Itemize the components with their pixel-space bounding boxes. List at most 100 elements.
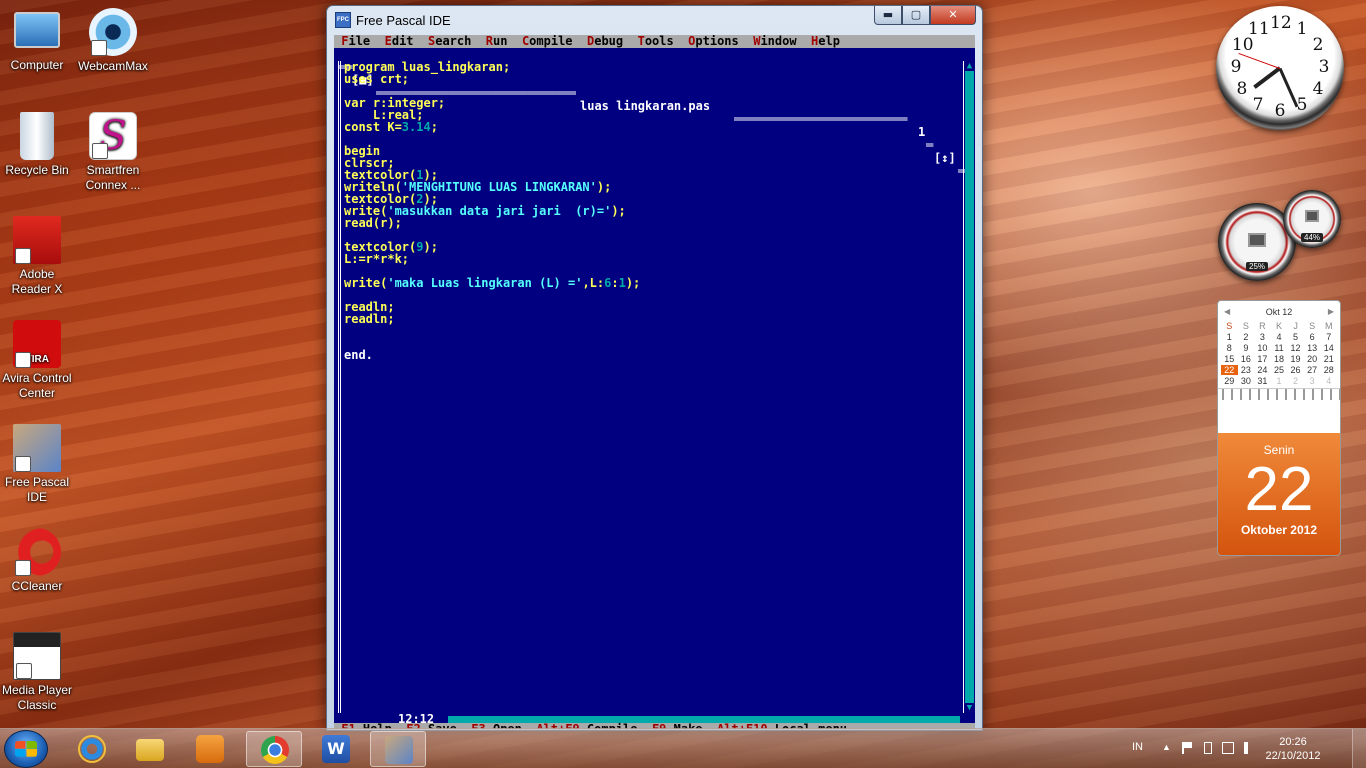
calendar-day[interactable]: 23 <box>1238 365 1255 375</box>
code-editor[interactable]: program luas_lingkaran; uses crt; var r:… <box>338 61 966 713</box>
icon-label: Computer <box>10 58 64 72</box>
calendar-day[interactable]: 2 <box>1238 332 1255 342</box>
taskbar-internet-explorer[interactable] <box>64 731 120 767</box>
code-line[interactable]: read(r); <box>344 216 402 230</box>
calendar-day[interactable]: 13 <box>1304 343 1321 353</box>
desktop-icon-adobe-reader[interactable]: Adobe Reader X <box>0 216 74 297</box>
calendar-day[interactable]: 5 <box>1287 332 1304 342</box>
desktop-icon-media-player-classic[interactable]: Media Player Classic <box>0 632 74 713</box>
tray-time: 20:26 <box>1279 736 1307 748</box>
calendar-day[interactable]: 24 <box>1254 365 1271 375</box>
calendar-day[interactable]: 27 <box>1304 365 1321 375</box>
calendar-day[interactable]: 9 <box>1238 343 1255 353</box>
calendar-day[interactable]: 11 <box>1271 343 1288 353</box>
calendar-day[interactable]: 15 <box>1221 354 1238 364</box>
code-line[interactable]: end. <box>344 348 373 362</box>
code-line[interactable]: L:=r*r*k; <box>344 252 409 266</box>
desktop-icon-smartfren[interactable]: S Smartfren Connex ... <box>76 112 150 193</box>
desktop-icon-ccleaner[interactable]: CCleaner <box>0 528 74 594</box>
desktop-icon-recycle-bin[interactable]: Recycle Bin <box>0 112 74 178</box>
scroll-up-arrow-icon[interactable]: ▲ <box>965 61 974 71</box>
network-icon[interactable] <box>1222 742 1234 754</box>
vertical-scrollbar[interactable]: ▲ ▼ <box>965 61 974 713</box>
icon-label: IDE <box>26 490 47 504</box>
taskbar-word[interactable]: W <box>308 731 364 767</box>
start-button[interactable] <box>4 730 48 768</box>
calendar-day[interactable]: 21 <box>1320 354 1337 364</box>
calendar-day[interactable]: 1 <box>1221 332 1238 342</box>
code-line[interactable]: write('maka Luas lingkaran (L) =',L:6:1)… <box>344 276 640 290</box>
calendar-day[interactable]: 4 <box>1271 332 1288 342</box>
tray-expand-icon[interactable]: ▲ <box>1162 742 1174 754</box>
show-desktop-button[interactable] <box>1352 729 1366 768</box>
close-button[interactable]: ✕ <box>930 6 976 25</box>
taskbar-chrome[interactable] <box>246 731 302 767</box>
icon-label: Connex ... <box>85 178 141 192</box>
menu-item-edit[interactable]: Edit <box>385 35 414 48</box>
calendar-day[interactable]: 18 <box>1271 354 1288 364</box>
language-indicator[interactable]: IN <box>1132 741 1143 753</box>
fpc-app-icon[interactable]: FPC <box>335 12 351 28</box>
calendar-day[interactable]: 3 <box>1304 376 1321 386</box>
menu-item-debug[interactable]: Debug <box>587 35 623 48</box>
calendar-day[interactable]: 1 <box>1271 376 1288 386</box>
menu-item-window[interactable]: Window <box>753 35 796 48</box>
calendar-day[interactable]: 12 <box>1287 343 1304 353</box>
clock-number: 2 <box>1312 35 1324 55</box>
calendar-day[interactable]: 17 <box>1254 354 1271 364</box>
menu-item-run[interactable]: Run <box>486 35 508 48</box>
maximize-button[interactable]: ▢ <box>902 6 930 25</box>
free-pascal-window[interactable]: FPC Free Pascal IDE ▬ ▢ ✕ File Edit Sear… <box>326 5 983 731</box>
calendar-day[interactable]: 29 <box>1221 376 1238 386</box>
action-center-flag-icon[interactable] <box>1182 742 1192 754</box>
taskbar-explorer[interactable] <box>122 731 178 767</box>
scroll-down-arrow-icon[interactable]: ▼ <box>965 703 974 713</box>
desktop-icon-free-pascal[interactable]: Free Pascal IDE <box>0 424 74 505</box>
calendar-prev-icon[interactable]: ◀ <box>1224 301 1230 323</box>
taskbar-free-pascal[interactable] <box>370 731 426 767</box>
calendar-next-icon[interactable]: ▶ <box>1328 301 1334 323</box>
calendar-day[interactable]: 3 <box>1254 332 1271 342</box>
clock-gadget[interactable]: 12 1 2 3 4 5 6 7 8 9 10 11 <box>1216 6 1344 130</box>
taskbar-media-player[interactable] <box>182 731 238 767</box>
menu-item-tools[interactable]: Tools <box>638 35 674 48</box>
menu-item-help[interactable]: Help <box>811 35 840 48</box>
internet-explorer-icon <box>78 735 106 763</box>
calendar-day[interactable]: 2 <box>1287 376 1304 386</box>
desktop-icon-webcammax[interactable]: WebcamMax <box>76 8 150 74</box>
calendar-day[interactable]: 8 <box>1221 343 1238 353</box>
desktop-icon-computer[interactable]: Computer <box>0 8 74 73</box>
calendar-day[interactable]: 30 <box>1238 376 1255 386</box>
menu-item-options[interactable]: Options <box>688 35 739 48</box>
memory-meter-gadget[interactable]: 44% <box>1283 190 1341 248</box>
icon-label: Center <box>18 386 56 400</box>
menu-item-search[interactable]: Search <box>428 35 471 48</box>
calendar-gadget[interactable]: ◀ Okt 12 ▶ S S R K J S M 1 2 3 4 5 6 7 8 9 10 11 12 13 14 15 1… <box>1217 300 1341 556</box>
code-text[interactable]: program luas_lingkaran; uses crt; var r:… <box>341 61 963 361</box>
ide-console[interactable]: File Edit Search Run Compile Debug Tools… <box>334 35 975 729</box>
battery-icon[interactable] <box>1204 742 1212 754</box>
calendar-day[interactable]: 25 <box>1271 365 1288 375</box>
tray-clock[interactable]: 20:26 22/10/2012 <box>1258 735 1328 763</box>
calendar-day[interactable]: 20 <box>1304 354 1321 364</box>
code-line[interactable]: const K=3.14; <box>344 120 438 134</box>
calendar-day[interactable]: 19 <box>1287 354 1304 364</box>
calendar-day[interactable]: 22 <box>1221 365 1238 375</box>
calendar-day[interactable]: 31 <box>1254 376 1271 386</box>
calendar-day[interactable]: 26 <box>1287 365 1304 375</box>
calendar-day[interactable]: 14 <box>1320 343 1337 353</box>
menu-item-file[interactable]: File <box>341 35 370 48</box>
calendar-day[interactable]: 10 <box>1254 343 1271 353</box>
calendar-day[interactable]: 4 <box>1320 376 1337 386</box>
webcam-icon <box>89 8 137 56</box>
minimize-button[interactable]: ▬ <box>874 6 902 25</box>
calendar-day[interactable]: 7 <box>1320 332 1337 342</box>
calendar-day[interactable]: 28 <box>1320 365 1337 375</box>
code-line[interactable]: uses crt; <box>344 72 409 86</box>
calendar-day[interactable]: 16 <box>1238 354 1255 364</box>
menu-item-compile[interactable]: Compile <box>522 35 573 48</box>
volume-icon[interactable] <box>1244 742 1254 754</box>
desktop-icon-avira[interactable]: VIRA Avira Control Center <box>0 320 74 401</box>
code-line[interactable]: readln; <box>344 312 395 326</box>
calendar-day[interactable]: 6 <box>1304 332 1321 342</box>
